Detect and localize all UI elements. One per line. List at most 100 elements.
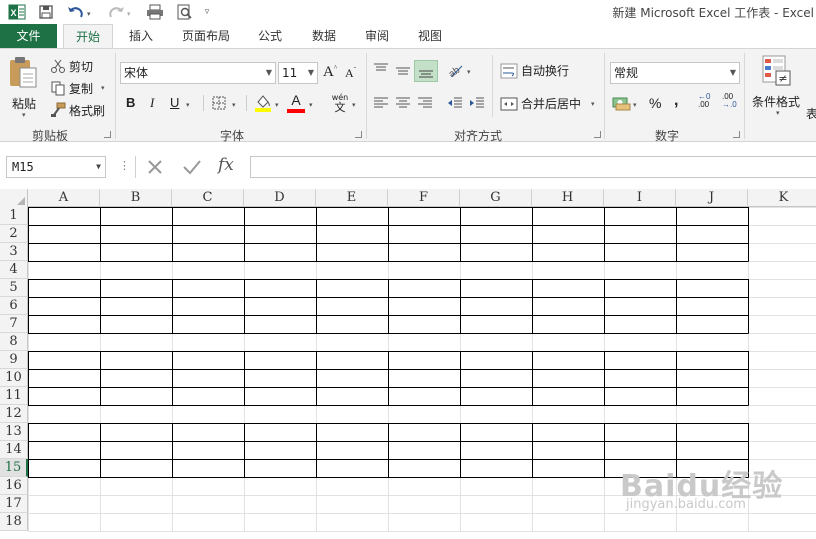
align-middle-button[interactable]: [394, 61, 412, 82]
copy-button[interactable]: 复制 ▾: [50, 79, 105, 97]
alignment-launcher-icon[interactable]: [594, 131, 601, 138]
wrap-text-button[interactable]: 自动换行: [500, 62, 569, 79]
row-header-7[interactable]: 7: [0, 315, 28, 333]
worksheet[interactable]: ABCDEFGHIJK 1 2 3 4 5 6 7 8 9 10 11 12 13 14 15 16 17 18 …: [0, 189, 816, 539]
row-header-10[interactable]: 10: [0, 369, 28, 387]
number-launcher-icon[interactable]: [733, 131, 740, 138]
row-header-4[interactable]: 4: [0, 261, 28, 279]
column-header-j[interactable]: J: [676, 189, 748, 207]
underline-dropdown-icon[interactable]: ▾: [186, 101, 190, 109]
format-as-table-label[interactable]: 表: [806, 105, 816, 122]
formula-input[interactable]: [250, 156, 816, 178]
row-header-18[interactable]: 18: [0, 513, 28, 531]
column-header-d[interactable]: D: [244, 189, 316, 207]
italic-button[interactable]: I: [150, 95, 154, 111]
bold-button[interactable]: B: [126, 95, 135, 110]
align-bottom-button[interactable]: [414, 60, 438, 82]
tab-page-layout[interactable]: 页面布局: [172, 24, 240, 49]
insert-function-button[interactable]: fx: [218, 155, 234, 175]
column-header-h[interactable]: H: [532, 189, 604, 207]
row-header-9[interactable]: 9: [0, 351, 28, 369]
tab-insert[interactable]: 插入: [118, 24, 164, 49]
redo-icon[interactable]: ▾: [104, 3, 134, 21]
conditional-formatting-button[interactable]: ≠ 条件格式 ▾: [752, 55, 806, 119]
row-header-14[interactable]: 14: [0, 441, 28, 459]
row-header-2[interactable]: 2: [0, 225, 28, 243]
tab-home[interactable]: 开始: [63, 24, 113, 49]
format-painter-button[interactable]: 格式刷: [50, 101, 105, 119]
font-launcher-icon[interactable]: [355, 131, 362, 138]
column-header-a[interactable]: A: [28, 189, 100, 207]
font-color-button[interactable]: A: [287, 93, 305, 113]
column-header-k[interactable]: K: [748, 189, 816, 207]
align-left-button[interactable]: [372, 95, 390, 114]
scissors-icon: [51, 59, 65, 73]
increase-indent-button[interactable]: [468, 95, 486, 114]
font-size-select[interactable]: 11 ▼: [278, 62, 318, 84]
increase-decimal-button[interactable]: ←0 .00: [698, 93, 716, 109]
orientation-button[interactable]: ab ▾: [446, 61, 474, 82]
decrease-font-size-icon[interactable]: Aˇ: [345, 66, 356, 81]
row-header-12[interactable]: 12: [0, 405, 28, 423]
row-header-11[interactable]: 11: [0, 387, 28, 405]
row-header-3[interactable]: 3: [0, 243, 28, 261]
cut-button[interactable]: 剪切: [50, 57, 93, 75]
undo-icon[interactable]: ▾: [64, 3, 94, 21]
preview-search-icon[interactable]: [174, 3, 196, 21]
increase-indent-icon: [470, 97, 484, 108]
row-header-6[interactable]: 6: [0, 297, 28, 315]
row-header-8[interactable]: 8: [0, 333, 28, 351]
row-header-15[interactable]: 15: [0, 459, 28, 477]
more-options-icon[interactable]: ⋮: [119, 159, 130, 172]
percent-button[interactable]: %: [649, 95, 661, 111]
phonetic-dropdown-icon[interactable]: ▾: [352, 101, 356, 109]
save-icon[interactable]: [36, 3, 56, 21]
row-header-13[interactable]: 13: [0, 423, 28, 441]
tab-formulas[interactable]: 公式: [249, 24, 291, 49]
underline-button[interactable]: U: [170, 95, 179, 110]
phonetic-guide-button[interactable]: wén 文: [330, 93, 350, 114]
row-header-5[interactable]: 5: [0, 279, 28, 297]
column-header-c[interactable]: C: [172, 189, 244, 207]
fill-color-dropdown-icon[interactable]: ▾: [275, 101, 279, 109]
align-center-button[interactable]: [394, 95, 412, 114]
paste-button[interactable]: 粘贴 ▾: [6, 55, 42, 119]
number-format-select[interactable]: 常规 ▼: [610, 62, 740, 84]
column-header-f[interactable]: F: [388, 189, 460, 207]
clipboard-launcher-icon[interactable]: [104, 131, 111, 138]
row-header-17[interactable]: 17: [0, 495, 28, 513]
accounting-format-button[interactable]: ▾: [612, 95, 640, 114]
row-header-16[interactable]: 16: [0, 477, 28, 495]
customize-qat-icon[interactable]: ▿: [200, 3, 214, 21]
tab-review[interactable]: 审阅: [356, 24, 398, 49]
paste-dropdown-icon: ▾: [22, 111, 26, 119]
column-header-g[interactable]: G: [460, 189, 532, 207]
phonetic-char: 文: [334, 101, 346, 114]
column-header-i[interactable]: I: [604, 189, 676, 207]
column-header-b[interactable]: B: [100, 189, 172, 207]
tab-data[interactable]: 数据: [302, 24, 346, 49]
align-top-button[interactable]: [372, 61, 390, 82]
borders-button[interactable]: [211, 95, 227, 114]
align-right-button[interactable]: [416, 95, 434, 114]
comma-button[interactable]: ,: [674, 92, 678, 110]
print-preview-icon[interactable]: [144, 3, 166, 21]
decrease-decimal-button[interactable]: .00 →.0: [722, 93, 740, 109]
tab-file[interactable]: 文件: [0, 24, 57, 49]
merge-center-button[interactable]: 合并后居中 ▾: [500, 95, 595, 112]
borders-dropdown-icon[interactable]: ▾: [232, 101, 236, 109]
font-name-select[interactable]: 宋体 ▼: [120, 62, 276, 84]
column-header-e[interactable]: E: [316, 189, 388, 207]
increase-font-size-icon[interactable]: A^: [323, 64, 337, 81]
separator: [203, 95, 204, 111]
separator: [492, 55, 493, 117]
select-all-button[interactable]: [0, 189, 28, 207]
row-header-1[interactable]: 1: [0, 207, 28, 225]
decrease-indent-button[interactable]: [446, 95, 464, 114]
cancel-entry-button[interactable]: [145, 157, 165, 180]
font-color-dropdown-icon[interactable]: ▾: [309, 101, 313, 109]
name-box[interactable]: M15 ▼: [6, 156, 106, 178]
tab-view[interactable]: 视图: [408, 24, 452, 49]
fill-color-button[interactable]: [254, 93, 272, 116]
confirm-entry-button[interactable]: [181, 157, 203, 180]
